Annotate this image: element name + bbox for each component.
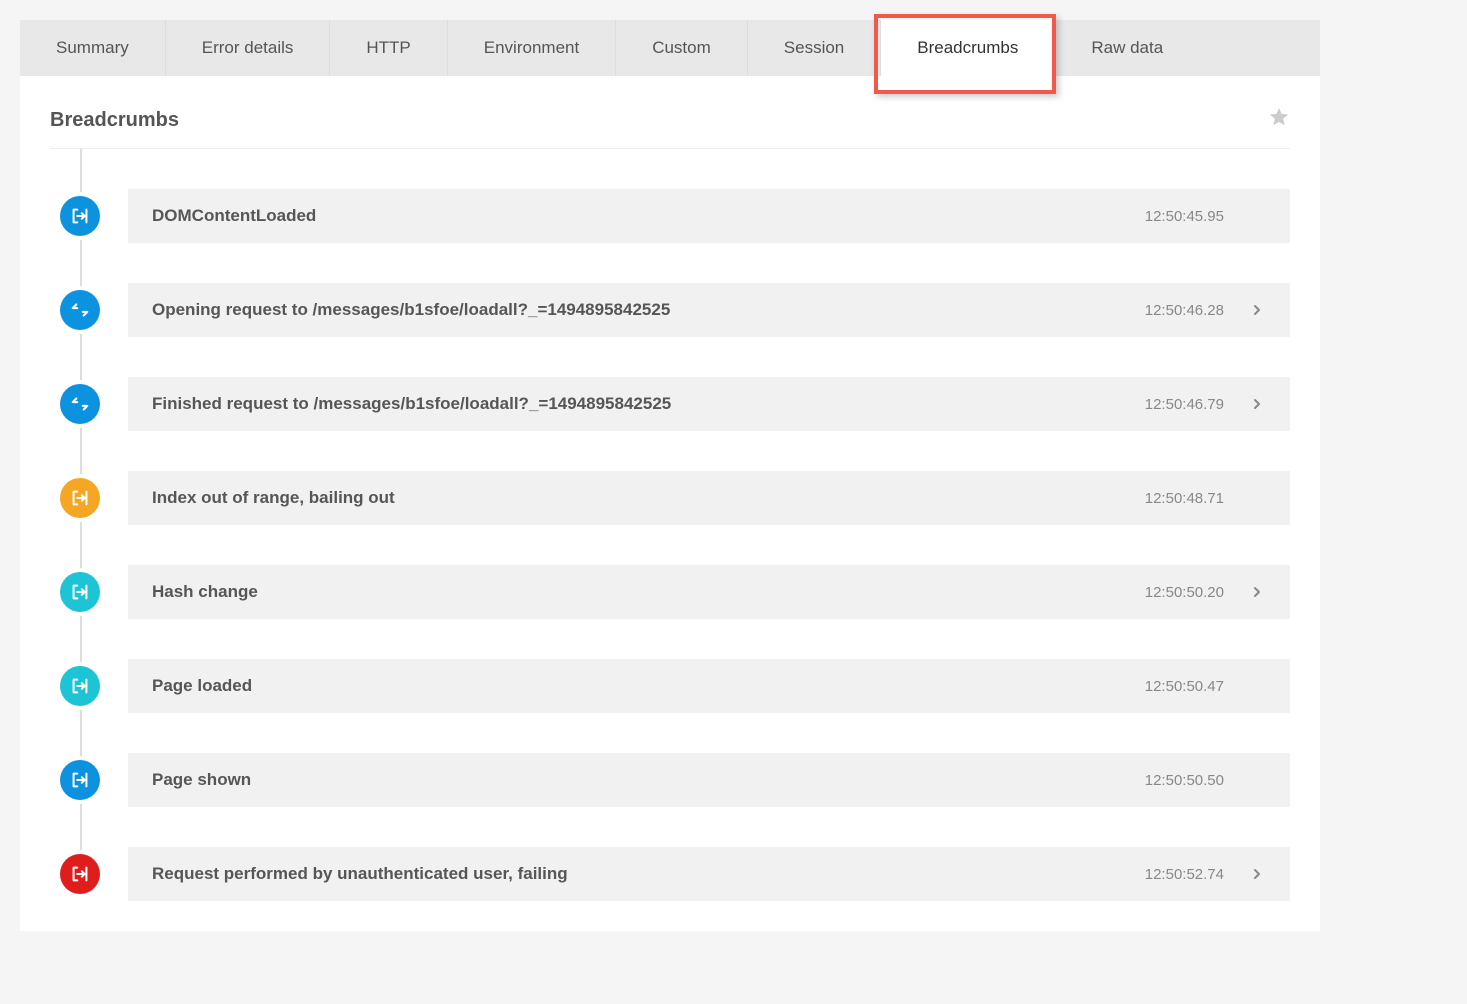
- request-icon: [60, 384, 100, 424]
- chevron-right-icon[interactable]: [1248, 866, 1266, 882]
- breadcrumb-item[interactable]: Finished request to /messages/b1sfoe/loa…: [60, 377, 1290, 431]
- breadcrumb-item: Page shown12:50:50.50: [60, 753, 1290, 807]
- breadcrumb-row: Page loaded12:50:50.47: [128, 659, 1290, 713]
- breadcrumb-item[interactable]: Request performed by unauthenticated use…: [60, 847, 1290, 901]
- breadcrumb-time: 12:50:45.95: [1145, 208, 1224, 225]
- tab-breadcrumbs[interactable]: Breadcrumbs: [880, 20, 1054, 76]
- breadcrumb-row: Index out of range, bailing out12:50:48.…: [128, 471, 1290, 525]
- breadcrumb-message: Finished request to /messages/b1sfoe/loa…: [152, 394, 1145, 414]
- breadcrumb-item[interactable]: Hash change12:50:50.20: [60, 565, 1290, 619]
- breadcrumb-timeline: DOMContentLoaded12:50:45.95 Opening reque…: [60, 189, 1290, 901]
- error-inspector-panel: Summary Error details HTTP Environment C…: [20, 20, 1320, 931]
- breadcrumb-message: Page loaded: [152, 676, 1145, 696]
- breadcrumb-time: 12:50:50.47: [1145, 678, 1224, 695]
- tab-environment[interactable]: Environment: [447, 20, 615, 76]
- breadcrumb-row[interactable]: Request performed by unauthenticated use…: [128, 847, 1290, 901]
- breadcrumb-item[interactable]: Opening request to /messages/b1sfoe/load…: [60, 283, 1290, 337]
- breadcrumb-item: Index out of range, bailing out12:50:48.…: [60, 471, 1290, 525]
- navigation-icon: [60, 478, 100, 518]
- breadcrumb-item: Page loaded12:50:50.47: [60, 659, 1290, 713]
- tabs-bar: Summary Error details HTTP Environment C…: [20, 20, 1320, 76]
- breadcrumb-message: Index out of range, bailing out: [152, 488, 1145, 508]
- star-icon[interactable]: [1268, 106, 1290, 134]
- navigation-icon: [60, 196, 100, 236]
- navigation-icon: [60, 854, 100, 894]
- breadcrumb-row: DOMContentLoaded12:50:45.95: [128, 189, 1290, 243]
- tab-summary[interactable]: Summary: [20, 20, 165, 76]
- breadcrumb-message: DOMContentLoaded: [152, 206, 1145, 226]
- navigation-icon: [60, 572, 100, 612]
- chevron-right-icon[interactable]: [1248, 302, 1266, 318]
- chevron-right-icon[interactable]: [1248, 396, 1266, 412]
- breadcrumb-message: Page shown: [152, 770, 1145, 790]
- breadcrumbs-panel: Breadcrumbs DOMContentLoaded12:50:45.95 O…: [20, 76, 1320, 931]
- breadcrumb-time: 12:50:52.74: [1145, 866, 1224, 883]
- tab-error-details[interactable]: Error details: [165, 20, 330, 76]
- breadcrumb-message: Request performed by unauthenticated use…: [152, 864, 1145, 884]
- breadcrumb-time: 12:50:48.71: [1145, 490, 1224, 507]
- tab-custom[interactable]: Custom: [615, 20, 747, 76]
- breadcrumb-time: 12:50:46.28: [1145, 302, 1224, 319]
- breadcrumb-row[interactable]: Hash change12:50:50.20: [128, 565, 1290, 619]
- breadcrumb-time: 12:50:50.50: [1145, 772, 1224, 789]
- breadcrumb-row[interactable]: Opening request to /messages/b1sfoe/load…: [128, 283, 1290, 337]
- tab-raw-data[interactable]: Raw data: [1054, 20, 1199, 76]
- breadcrumb-row[interactable]: Finished request to /messages/b1sfoe/loa…: [128, 377, 1290, 431]
- panel-header: Breadcrumbs: [50, 106, 1290, 149]
- tab-session[interactable]: Session: [747, 20, 880, 76]
- tab-http[interactable]: HTTP: [329, 20, 446, 76]
- breadcrumb-item: DOMContentLoaded12:50:45.95: [60, 189, 1290, 243]
- request-icon: [60, 290, 100, 330]
- navigation-icon: [60, 760, 100, 800]
- breadcrumb-message: Opening request to /messages/b1sfoe/load…: [152, 300, 1145, 320]
- chevron-right-icon[interactable]: [1248, 584, 1266, 600]
- breadcrumb-message: Hash change: [152, 582, 1145, 602]
- breadcrumb-time: 12:50:46.79: [1145, 396, 1224, 413]
- breadcrumb-time: 12:50:50.20: [1145, 584, 1224, 601]
- navigation-icon: [60, 666, 100, 706]
- panel-title: Breadcrumbs: [50, 109, 179, 132]
- breadcrumb-row: Page shown12:50:50.50: [128, 753, 1290, 807]
